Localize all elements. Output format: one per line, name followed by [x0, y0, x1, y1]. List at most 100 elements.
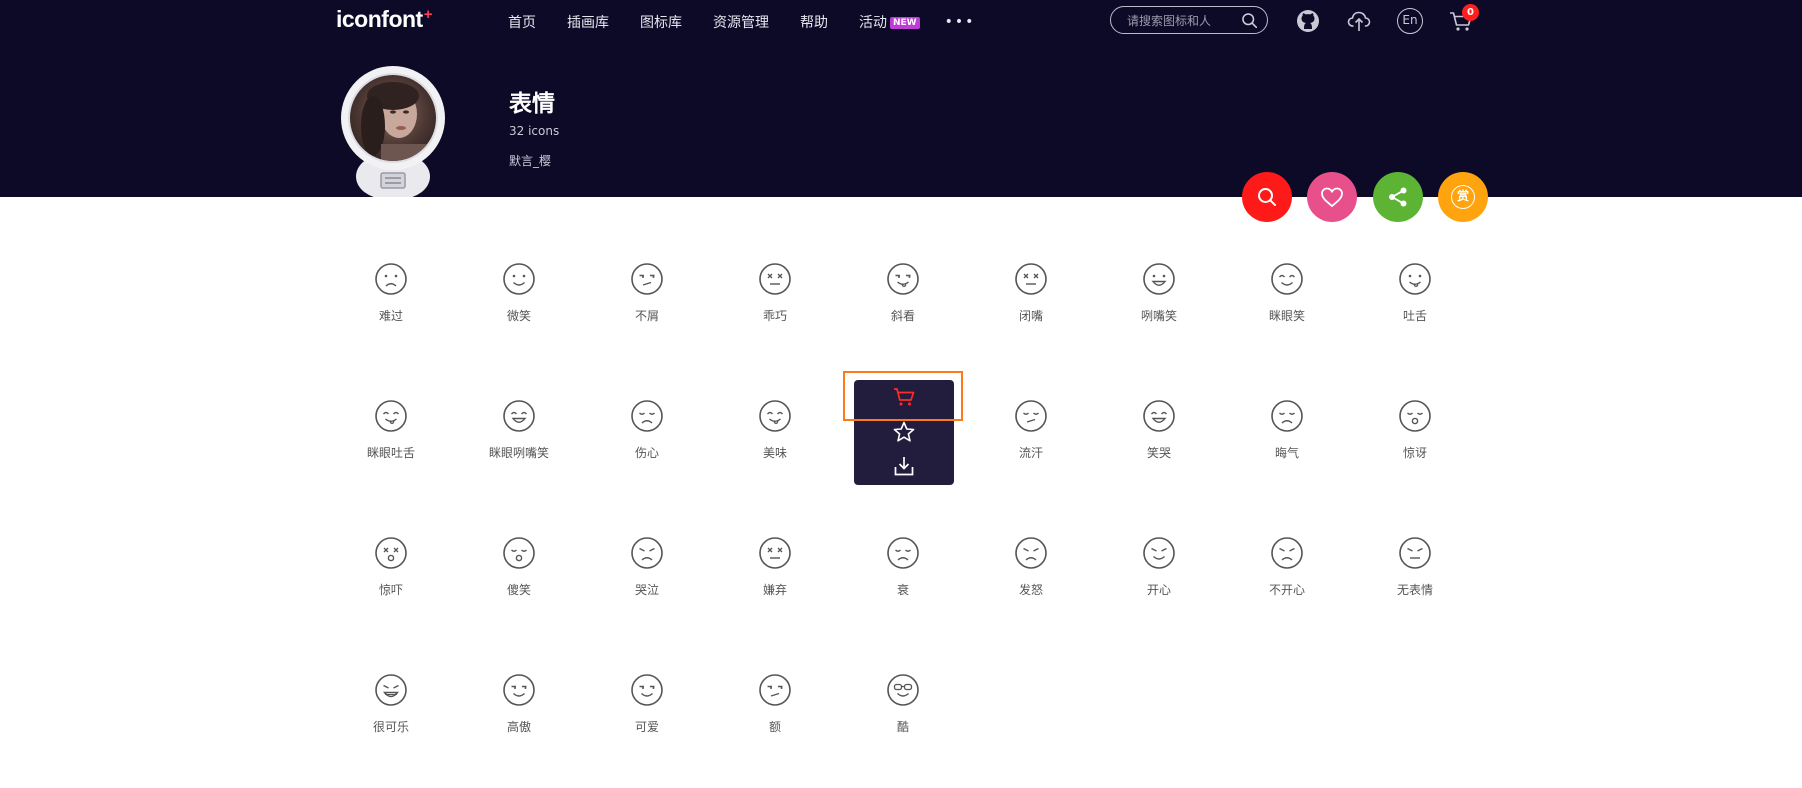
emoji-face-icon: [1271, 537, 1303, 569]
icon-item[interactable]: 无表情: [1355, 536, 1475, 636]
icon-label: 笑哭: [1146, 446, 1171, 460]
emoji-face-icon: [631, 537, 663, 569]
icon-item[interactable]: 乖巧: [715, 262, 835, 362]
icon-item[interactable]: 傻笑: [459, 536, 579, 636]
icon-item[interactable]: 可爱: [587, 673, 707, 773]
emoji-face-icon: [503, 400, 535, 432]
emoji-face-icon: [503, 674, 535, 706]
icon-label: 伤心: [634, 446, 659, 460]
search-icon[interactable]: [1241, 12, 1258, 29]
icon-label: 无表情: [1396, 583, 1433, 597]
emoji-face-icon: [631, 400, 663, 432]
share-action-button[interactable]: [1373, 172, 1423, 222]
icon-item[interactable]: 微笑: [459, 262, 579, 362]
reward-action-button[interactable]: 赏: [1438, 172, 1488, 222]
emoji-face-icon: [1015, 537, 1047, 569]
icon-label: 发怒: [1018, 583, 1043, 597]
icon-item[interactable]: 哭泣: [587, 536, 707, 636]
emoji-face-icon: [1399, 400, 1431, 432]
icon-label: 眯眼笑: [1268, 309, 1305, 323]
icon-label: 额: [768, 720, 781, 734]
emoji-face-icon: [1399, 537, 1431, 569]
emoji-face-icon: [1143, 263, 1175, 295]
icon-item[interactable]: 酷: [843, 673, 963, 773]
github-icon[interactable]: [1295, 8, 1321, 34]
icon-item[interactable]: 额: [715, 673, 835, 773]
icon-label: 晦气: [1274, 446, 1299, 460]
emoji-face-icon: [375, 263, 407, 295]
icon-item[interactable]: 不开心: [1227, 536, 1347, 636]
icon-label: 吐舌: [1402, 309, 1427, 323]
icon-item[interactable]: 闭嘴: [971, 262, 1091, 362]
icon-label: 高傲: [506, 720, 531, 734]
icon-label: 不开心: [1268, 583, 1305, 597]
language-en-icon[interactable]: En: [1397, 8, 1423, 34]
icon-item[interactable]: 眯眼吐舌: [331, 399, 451, 499]
icon-item[interactable]: 晦气: [1227, 399, 1347, 499]
album-title: 表情: [509, 91, 555, 117]
emoji-face-icon: [375, 400, 407, 432]
icon-item[interactable]: 高傲: [459, 673, 579, 773]
album-author[interactable]: 默言_樱: [509, 152, 551, 169]
icon-label: 微笑: [506, 309, 531, 323]
emoji-face-icon: [503, 537, 535, 569]
icon-item[interactable]: 眯眼笑: [1227, 262, 1347, 362]
icon-item[interactable]: 笑哭: [1099, 399, 1219, 499]
icon-label: 美味: [762, 446, 787, 460]
icon-hover-menu: [854, 380, 954, 485]
icon-item[interactable]: 惊讶: [1355, 399, 1475, 499]
more-menu-button[interactable]: •••: [945, 14, 976, 30]
icon-item[interactable]: 不屑: [587, 262, 707, 362]
upload-icon[interactable]: [1346, 8, 1372, 34]
icon-item[interactable]: 眯眼咧嘴笑: [459, 399, 579, 499]
iconfont-logo[interactable]: iconfont+: [336, 6, 432, 36]
heart-icon: [1321, 187, 1343, 208]
search-input[interactable]: [1125, 11, 1239, 31]
emoji-face-icon: [759, 400, 791, 432]
cart-count-badge: 0: [1462, 4, 1479, 21]
nav-illustrations[interactable]: 插画库: [567, 12, 609, 32]
emoji-face-icon: [759, 263, 791, 295]
icon-item[interactable]: 惊吓: [331, 536, 451, 636]
nav-icon-library[interactable]: 图标库: [640, 12, 682, 32]
icon-item[interactable]: 开心: [1099, 536, 1219, 636]
icon-label: 惊吓: [378, 583, 403, 597]
album-icon-count: 32 icons: [509, 124, 560, 138]
new-badge: NEW: [890, 17, 920, 29]
icon-item[interactable]: 难过: [331, 262, 451, 362]
emoji-face-icon: [375, 537, 407, 569]
emoji-face-icon: [631, 674, 663, 706]
icon-label: 哭泣: [634, 583, 659, 597]
add-to-cart-button[interactable]: [854, 382, 954, 412]
icon-item[interactable]: 美味: [715, 399, 835, 499]
icon-item[interactable]: 斜看: [843, 262, 963, 362]
icon-label: 衰: [896, 583, 909, 597]
reward-icon: 赏: [1451, 185, 1475, 209]
nav-help[interactable]: 帮助: [800, 12, 828, 32]
icon-item[interactable]: 很可乐: [331, 673, 451, 773]
icon-item[interactable]: 咧嘴笑: [1099, 262, 1219, 362]
cart-icon: [894, 388, 915, 406]
avatar[interactable]: [341, 66, 445, 197]
icon-item[interactable]: 衰: [843, 536, 963, 636]
favorite-action-button[interactable]: [1307, 172, 1357, 222]
icon-label: 酷: [896, 720, 909, 734]
icon-item[interactable]: 发怒: [971, 536, 1091, 636]
nav-resource-management[interactable]: 资源管理: [713, 12, 769, 32]
emoji-face-icon: [1143, 400, 1175, 432]
icon-label: 开心: [1146, 583, 1171, 597]
collect-button[interactable]: [854, 417, 954, 447]
icon-item[interactable]: 伤心: [587, 399, 707, 499]
search-action-button[interactable]: [1242, 172, 1292, 222]
icon-item[interactable]: 流汗: [971, 399, 1091, 499]
icon-item[interactable]: 吐舌: [1355, 262, 1475, 362]
emoji-face-icon: [1271, 263, 1303, 295]
icon-label: 很可乐: [372, 720, 409, 734]
download-button[interactable]: [854, 451, 954, 481]
nav-activity[interactable]: 活动 NEW: [859, 12, 920, 32]
icon-item[interactable]: 嫌弃: [715, 536, 835, 636]
icon-label: 乖巧: [762, 309, 787, 323]
emoji-face-icon: [759, 674, 791, 706]
emoji-face-icon: [1015, 263, 1047, 295]
nav-home[interactable]: 首页: [508, 12, 536, 32]
